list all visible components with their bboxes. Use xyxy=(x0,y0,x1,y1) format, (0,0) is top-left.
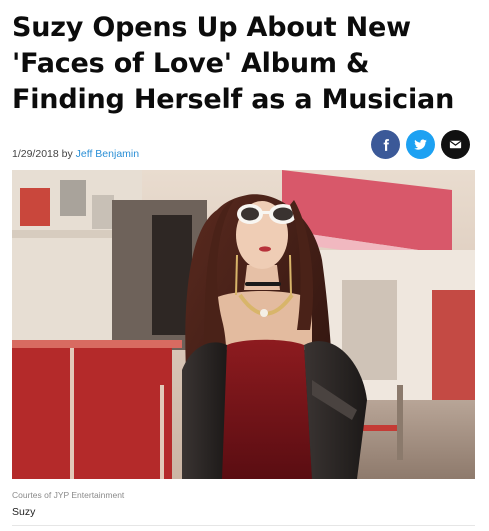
headline-line: 'Faces of Love' Album & xyxy=(12,48,370,79)
facebook-share-button[interactable] xyxy=(371,130,400,159)
twitter-icon xyxy=(414,139,427,150)
divider xyxy=(12,525,475,526)
image-caption: Suzy xyxy=(12,506,36,518)
byline-by: by xyxy=(61,148,73,160)
article-hero-photo xyxy=(12,170,475,479)
image-credit: Courtes of JYP Entertainment xyxy=(12,490,125,500)
headline-line: Suzy Opens Up About New xyxy=(12,12,411,43)
share-buttons xyxy=(371,130,470,159)
article-headline: Suzy Opens Up About New 'Faces of Love' … xyxy=(12,10,482,118)
twitter-share-button[interactable] xyxy=(406,130,435,159)
headline-line: Finding Herself as a Musician xyxy=(12,84,455,115)
hero-photo-illustration xyxy=(12,170,475,479)
byline: 1/29/2018 by Jeff Benjamin xyxy=(12,148,139,160)
facebook-icon xyxy=(383,138,389,151)
publish-date: 1/29/2018 xyxy=(12,148,59,160)
email-share-button[interactable] xyxy=(441,130,470,159)
email-icon xyxy=(449,140,462,149)
author-link[interactable]: Jeff Benjamin xyxy=(76,148,139,160)
